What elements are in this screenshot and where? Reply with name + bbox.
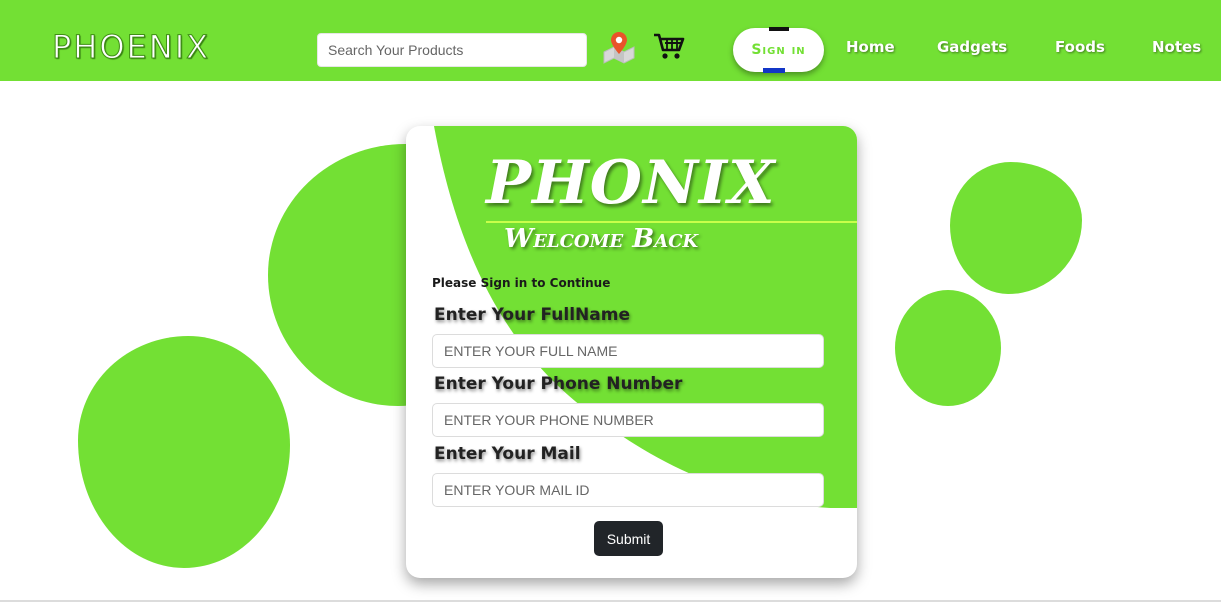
decorative-mark [769,27,789,31]
decorative-blob-left [78,336,290,568]
sign-in-card: PHONIX Welcome Back Please Sign in to Co… [406,126,857,578]
phone-label: Enter Your Phone Number [434,374,683,394]
fullname-input[interactable] [432,334,824,368]
fullname-label: Enter Your FullName [434,305,630,325]
search-input[interactable] [317,33,587,67]
card-subtitle: Welcome Back [504,224,699,254]
decorative-blob-right-bottom [895,290,1001,406]
title-divider [486,221,857,223]
sign-in-button[interactable]: Sign in [733,27,824,73]
nav-home[interactable]: Home [846,38,895,56]
nav-foods[interactable]: Foods [1055,38,1105,56]
card-title: PHONIX [486,148,776,218]
sign-in-label: Sign in [751,42,806,58]
shopping-cart-icon[interactable] [653,32,685,60]
mail-label: Enter Your Mail [434,444,581,464]
nav-notes[interactable]: Notes [1152,38,1201,56]
decorative-blob-right-top [950,162,1082,294]
decorative-mark [763,68,785,73]
top-navbar: PHOENIX Sign in Home Gadgets Foods Notes [0,0,1221,81]
sign-in-prompt: Please Sign in to Continue [432,276,611,290]
brand-logo[interactable]: PHOENIX [51,28,210,67]
nav-gadgets[interactable]: Gadgets [937,38,1007,56]
phone-input[interactable] [432,403,824,437]
submit-button[interactable]: Submit [594,521,663,556]
mail-input[interactable] [432,473,824,507]
map-pin-icon[interactable] [602,30,636,64]
